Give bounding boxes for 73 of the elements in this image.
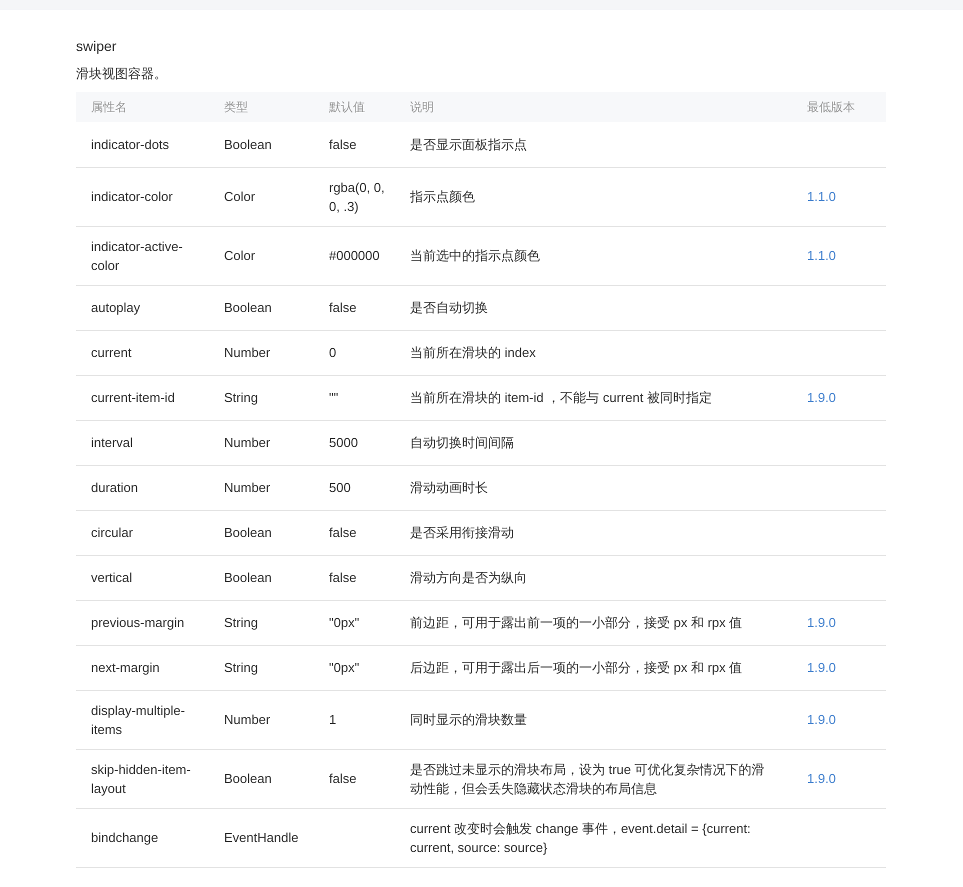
version-link[interactable]: 1.9.0 <box>807 712 836 727</box>
description-text: 自动切换时间间隔 <box>410 435 514 450</box>
attribute-name: previous-margin <box>91 615 184 630</box>
version-link[interactable]: 1.9.0 <box>807 660 836 675</box>
type-text: Boolean <box>224 525 272 540</box>
version-link[interactable]: 1.1.0 <box>807 248 836 263</box>
attribute-name: current <box>91 345 132 360</box>
description-text: current 改变时会触发 change 事件，event.detail = {current: current, source: source} <box>410 820 751 854</box>
description-text: 后边距，可用于露出后一项的一小部分，接受 px 和 rpx 值 <box>410 660 742 675</box>
column-header: 说明 <box>410 100 434 114</box>
version-link[interactable]: 1.9.0 <box>807 615 836 630</box>
default-value: false <box>329 300 356 315</box>
default-value: 500 <box>329 480 351 495</box>
column-header: 类型 <box>224 100 248 114</box>
attribute-name: indicator-dots <box>91 136 170 152</box>
default-value: 1 <box>329 712 336 727</box>
attribute-name: autoplay <box>91 300 140 315</box>
type-text: Number <box>224 480 270 495</box>
description-text: 当前选中的指示点颜色 <box>410 248 540 263</box>
type-text: String <box>224 660 258 675</box>
default-value: "0px" <box>329 615 360 630</box>
type-text: Number <box>224 712 270 727</box>
attribute-name: indicator-color <box>91 189 173 204</box>
attribute-name: next-margin <box>91 660 160 675</box>
column-header: 属性名 <box>91 100 127 114</box>
default-value: false <box>329 570 356 585</box>
default-value: "" <box>329 390 338 405</box>
type-text: Number <box>224 435 270 450</box>
description-text: 是否采用衔接滑动 <box>410 525 514 540</box>
attribute-name: bindchange <box>91 830 158 845</box>
version-link[interactable]: 1.1.0 <box>807 189 836 204</box>
attribute-name: circular <box>91 525 133 540</box>
attribute-name: indicator-active-color <box>91 238 183 272</box>
description-text: 是否自动切换 <box>410 300 488 315</box>
description-text: 指示点颜色 <box>410 189 475 204</box>
type-text: Boolean <box>224 300 272 315</box>
attribute-name: interval <box>91 435 133 450</box>
default-value: rgba(0, 0, 0, .3) <box>329 180 385 214</box>
default-value: false <box>329 136 356 152</box>
default-value: 5000 <box>329 435 358 450</box>
description-text: 滑动动画时长 <box>410 480 488 495</box>
description-text: 是否显示面板指示点 <box>410 136 527 152</box>
page-title: swiper <box>76 37 116 56</box>
attribute-name: skip-hidden-item-layout <box>91 762 191 796</box>
type-text: Color <box>224 189 256 204</box>
attribute-name: vertical <box>91 570 132 585</box>
attribute-name: display-multiple-items <box>91 702 185 736</box>
type-text: String <box>224 390 258 405</box>
type-text: String <box>224 615 258 630</box>
column-header: 默认值 <box>329 100 365 114</box>
description-text: 同时显示的滑块数量 <box>410 712 527 727</box>
version-link[interactable]: 1.9.0 <box>807 390 836 405</box>
type-text: Boolean <box>224 771 272 786</box>
column-header: 最低版本 <box>807 100 855 114</box>
attribute-name: current-item-id <box>91 390 175 405</box>
default-value: false <box>329 771 356 786</box>
type-text: Color <box>224 248 256 263</box>
description-text: 前边距，可用于露出前一项的一小部分，接受 px 和 rpx 值 <box>410 615 742 630</box>
page-description: 滑块视图容器。 <box>76 65 167 83</box>
description-text: 是否跳过未显示的滑块布局，设为 true 可优化复杂情况下的滑动性能，但会丢失隐藏状态滑块的布局信息 <box>410 762 765 796</box>
type-text: Boolean <box>224 570 272 585</box>
default-value: "0px" <box>329 660 360 675</box>
default-value: 0 <box>329 345 336 360</box>
default-value: #000000 <box>329 248 380 263</box>
attribute-name: duration <box>91 480 138 495</box>
description-text: 当前所在滑块的 item-id ，不能与 current 被同时指定 <box>410 390 712 405</box>
type-text: EventHandle <box>224 830 298 845</box>
default-value: false <box>329 525 356 540</box>
version-link[interactable]: 1.9.0 <box>807 771 836 786</box>
description-text: 当前所在滑块的 index <box>410 345 536 360</box>
description-text: 滑动方向是否为纵向 <box>410 570 527 585</box>
type-text: Boolean <box>224 136 272 152</box>
type-text: Number <box>224 345 270 360</box>
